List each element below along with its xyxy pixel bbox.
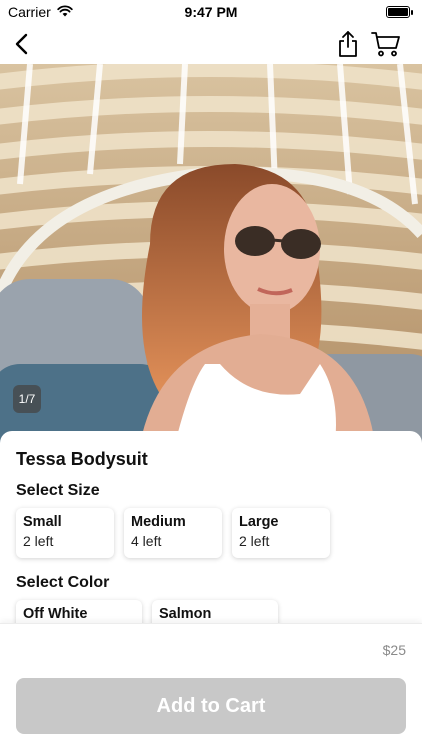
size-option-large[interactable]: Large 2 left [232, 508, 330, 558]
size-name: Large [239, 514, 279, 530]
color-name: Salmon [159, 606, 212, 622]
color-option-off-white[interactable]: Off White [16, 600, 142, 623]
size-section-label: Select Size [16, 482, 100, 499]
size-stock: 2 left [239, 533, 270, 549]
price-label: $25 [382, 642, 406, 658]
wifi-icon [57, 4, 73, 20]
product-title: Tessa Bodysuit [16, 449, 148, 469]
chevron-left-icon [15, 33, 28, 55]
size-stock: 2 left [23, 533, 54, 549]
carrier-label: Carrier [8, 4, 51, 20]
share-button[interactable] [332, 28, 364, 60]
size-stock: 4 left [131, 533, 162, 549]
color-name: Off White [23, 606, 88, 622]
checkout-footer: $25 Add to Cart [0, 623, 422, 750]
color-option-salmon[interactable]: Salmon [152, 600, 278, 623]
size-name: Medium [131, 514, 186, 530]
status-bar: Carrier 9:47 PM [0, 0, 422, 24]
back-button[interactable] [6, 28, 38, 60]
battery-fill [388, 8, 408, 16]
color-section-label: Select Color [16, 574, 110, 591]
size-options: Small 2 left Medium 4 left Large 2 left [16, 508, 406, 558]
status-left: Carrier [8, 4, 73, 20]
product-image[interactable] [0, 64, 422, 444]
cart-button[interactable] [370, 28, 402, 60]
image-counter-badge: 1/7 [13, 385, 41, 413]
battery-icon [386, 6, 413, 18]
share-icon [339, 31, 357, 57]
cart-icon [371, 32, 400, 57]
color-options: Off White Salmon [16, 600, 406, 623]
size-name: Small [23, 514, 62, 530]
nav-bar [0, 24, 422, 64]
add-to-cart-button[interactable]: Add to Cart [16, 678, 406, 734]
size-option-medium[interactable]: Medium 4 left [124, 508, 222, 558]
product-details-sheet: Tessa Bodysuit Select Size Small 2 left … [0, 431, 422, 623]
size-option-small[interactable]: Small 2 left [16, 508, 114, 558]
